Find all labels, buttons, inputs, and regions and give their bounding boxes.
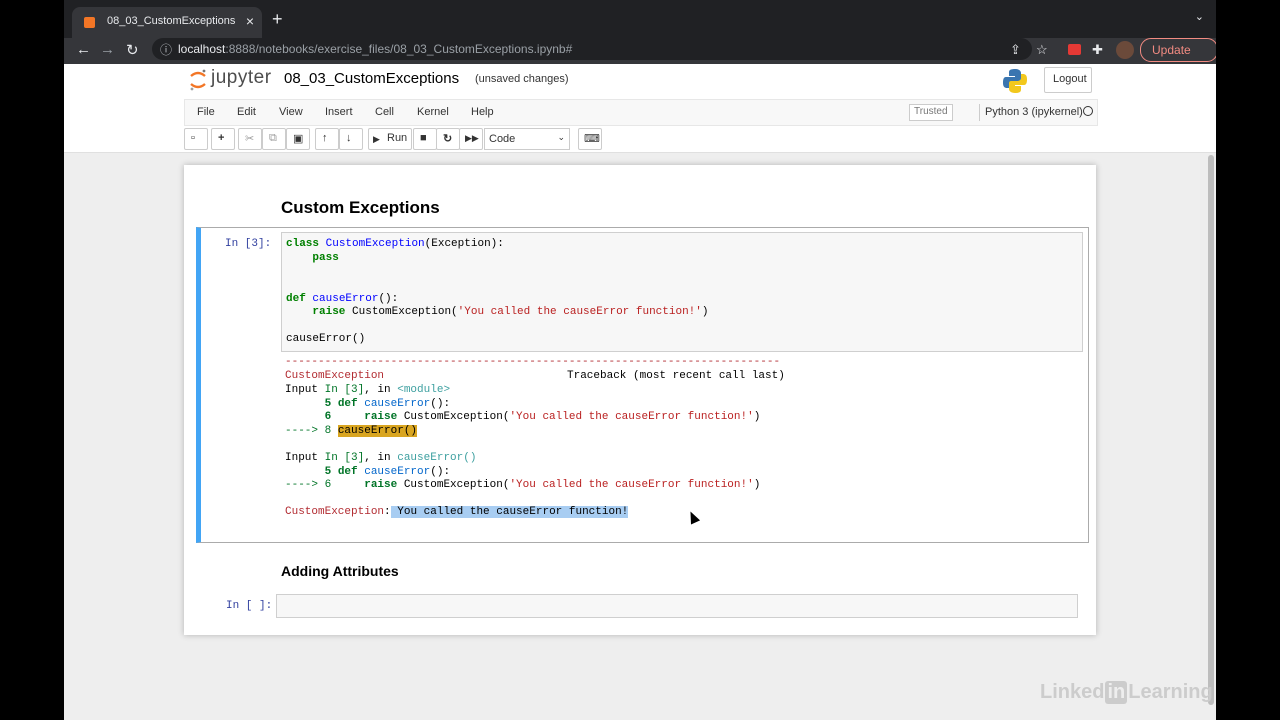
- jupyter-header: jupyter 08_03_CustomExceptions (unsaved …: [64, 64, 1216, 153]
- play-icon: ▶: [373, 134, 380, 144]
- interrupt-button[interactable]: ■: [413, 128, 437, 150]
- trusted-badge[interactable]: Trusted: [909, 104, 953, 121]
- traceback-frame2-head: Input In [3], in causeError(): [285, 452, 477, 464]
- reload-icon[interactable]: ↻: [126, 41, 139, 59]
- traceback-frame1-arrow: ----> 8 causeError(): [285, 425, 418, 437]
- extension-icon[interactable]: [1068, 44, 1081, 55]
- traceback-frame2-arrow: ----> 6 raise CustomException('You calle…: [285, 479, 761, 491]
- arrow-down-icon: ↓: [346, 132, 352, 144]
- insert-cell-button[interactable]: +: [211, 128, 235, 150]
- cell-type-value: Code: [489, 133, 516, 145]
- menu-view[interactable]: View: [279, 106, 303, 118]
- run-label: Run: [387, 132, 408, 144]
- menu-bar: File Edit View Insert Cell Kernel Help T…: [184, 99, 1098, 126]
- code-editor[interactable]: class CustomException(Exception): pass d…: [281, 232, 1083, 352]
- code-line-1: class CustomException(Exception):: [286, 238, 504, 250]
- traceback-header: Traceback (most recent call last): [567, 370, 785, 382]
- bookmark-star-icon[interactable]: ☆: [1036, 42, 1048, 58]
- browser-tab-bar: 08_03_CustomExceptions - Ju × + ⌄: [64, 0, 1216, 38]
- logout-label: Logout: [1053, 73, 1087, 85]
- url-host: localhost: [178, 42, 226, 56]
- jupyter-logo-icon[interactable]: [188, 68, 208, 92]
- python-logo-icon: [1003, 69, 1027, 93]
- menu-file[interactable]: File: [197, 106, 215, 118]
- traceback-exception-name: CustomException: [285, 370, 385, 382]
- address-bar[interactable]: ⓘ localhost:8888/notebooks/exercise_file…: [152, 38, 1032, 60]
- jupyter-favicon-icon: [84, 17, 95, 28]
- update-button[interactable]: Update: [1140, 38, 1216, 62]
- tab-title: 08_03_CustomExceptions - Ju: [107, 15, 237, 27]
- traceback-final-message[interactable]: CustomException: You called the causeErr…: [285, 506, 629, 518]
- empty-code-editor[interactable]: [276, 594, 1078, 618]
- menu-insert[interactable]: Insert: [325, 106, 353, 118]
- site-info-icon[interactable]: ⓘ: [160, 41, 172, 58]
- linkedin-learning-watermark: Linked in Learning: [1040, 681, 1213, 704]
- menu-cell[interactable]: Cell: [375, 106, 394, 118]
- browser-tab[interactable]: 08_03_CustomExceptions - Ju ×: [72, 7, 262, 38]
- traceback-frame1-line6: 6 raise CustomException('You called the …: [285, 411, 761, 423]
- jupyter-wordmark[interactable]: jupyter: [211, 67, 272, 89]
- restart-button[interactable]: ↻: [436, 128, 460, 150]
- url-path: :8888/notebooks/exercise_files/08_03_Cus…: [225, 42, 573, 56]
- tab-search-chevron-icon[interactable]: ⌄: [1195, 10, 1204, 23]
- kernel-name[interactable]: Python 3 (ipykernel): [985, 106, 1083, 118]
- new-tab-icon[interactable]: +: [272, 9, 283, 30]
- extensions-puzzle-icon[interactable]: ✚: [1092, 42, 1103, 58]
- input-prompt: In [3]:: [225, 238, 272, 250]
- code-line-8: causeError(): [286, 333, 366, 345]
- traceback-frame2-line5: 5 def causeError():: [285, 466, 451, 478]
- fast-forward-icon: ▶▶: [465, 133, 479, 143]
- back-arrow-icon[interactable]: ←: [76, 41, 91, 58]
- page-scrollbar[interactable]: [1208, 155, 1214, 705]
- markdown-heading-custom-exceptions[interactable]: Custom Exceptions: [281, 198, 440, 218]
- close-tab-icon[interactable]: ×: [246, 13, 254, 29]
- command-palette-button[interactable]: ⌨: [578, 128, 602, 150]
- profile-avatar[interactable]: [1116, 41, 1134, 59]
- arrow-up-icon: ↑: [322, 132, 328, 144]
- input-prompt-empty: In [ ]:: [226, 600, 273, 612]
- share-icon[interactable]: ⇪: [1010, 42, 1021, 58]
- save-icon: ▫: [191, 132, 195, 144]
- traceback-frame1-line5: 5 def causeError():: [285, 398, 451, 410]
- run-button[interactable]: ▶ Run: [368, 128, 412, 150]
- update-label: Update: [1152, 43, 1191, 57]
- chevron-down-icon: ⌄: [557, 132, 565, 142]
- paste-button[interactable]: ▣: [286, 128, 310, 150]
- divider: [979, 104, 980, 121]
- notebook-container: Custom Exceptions In [3]: class CustomEx…: [184, 165, 1096, 635]
- cell-type-select[interactable]: Code ⌄: [484, 128, 570, 150]
- save-status: (unsaved changes): [475, 73, 569, 85]
- save-button[interactable]: ▫: [184, 128, 208, 150]
- restart-icon: ↻: [443, 133, 453, 145]
- markdown-heading-adding-attributes[interactable]: Adding Attributes: [281, 563, 399, 579]
- code-line-2: pass: [312, 252, 339, 264]
- trusted-label: Trusted: [914, 106, 948, 117]
- screen: 08_03_CustomExceptions - Ju × + ⌄ ← → ↻ …: [64, 0, 1216, 720]
- traceback-frame1-head: Input In [3], in <module>: [285, 384, 451, 396]
- copy-button[interactable]: ⧉: [262, 128, 286, 150]
- code-cell-selected[interactable]: In [3]: class CustomException(Exception)…: [196, 227, 1089, 543]
- scissors-icon: ✂: [245, 133, 255, 145]
- browser-toolbar: ← → ↻ ⓘ localhost:8888/notebooks/exercis…: [64, 38, 1216, 64]
- traceback-separator: ----------------------------------------…: [285, 356, 781, 368]
- cut-button[interactable]: ✂: [238, 128, 262, 150]
- move-up-button[interactable]: ↑: [315, 128, 339, 150]
- menu-edit[interactable]: Edit: [237, 106, 256, 118]
- menu-help[interactable]: Help: [471, 106, 494, 118]
- logout-button[interactable]: Logout: [1044, 67, 1092, 93]
- restart-run-all-button[interactable]: ▶▶: [459, 128, 483, 150]
- keyboard-icon: ⌨: [584, 133, 600, 145]
- copy-icon: ⧉: [269, 132, 277, 144]
- move-down-button[interactable]: ↓: [339, 128, 363, 150]
- code-line-6: raise CustomException('You called the ca…: [312, 306, 709, 318]
- stop-icon: ■: [420, 132, 427, 144]
- code-line-5: def causeError():: [286, 293, 399, 305]
- notebook-name[interactable]: 08_03_CustomExceptions: [284, 70, 459, 87]
- paste-icon: ▣: [293, 133, 304, 145]
- plus-icon: +: [218, 132, 225, 144]
- forward-arrow-icon[interactable]: →: [100, 41, 115, 58]
- kernel-idle-indicator-icon: [1083, 106, 1093, 116]
- menu-kernel[interactable]: Kernel: [417, 106, 449, 118]
